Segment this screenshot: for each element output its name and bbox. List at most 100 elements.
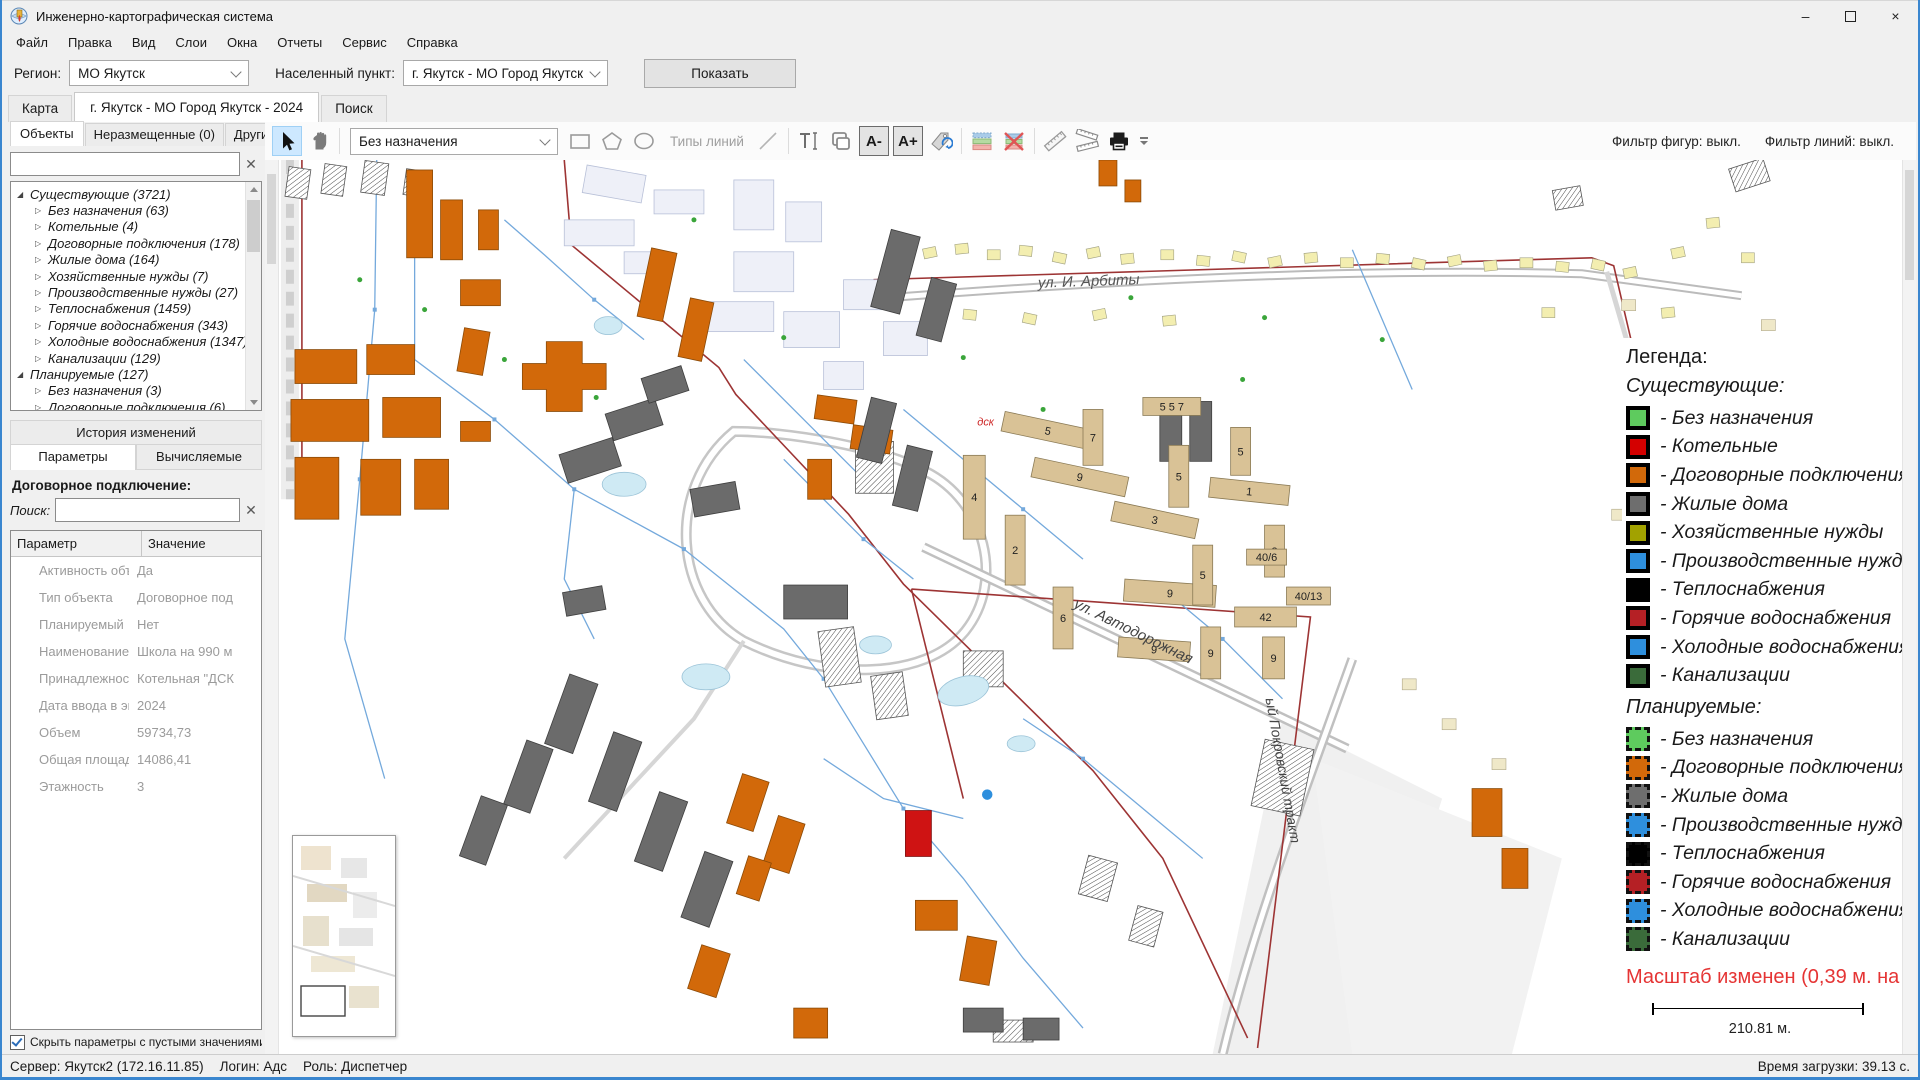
scroll-up-icon[interactable] <box>250 187 258 192</box>
settlement-dropdown[interactable]: г. Якутск - МО Город Якутск <box>403 60 608 86</box>
tree-item[interactable]: ◢ Существующие (3721) <box>13 186 261 202</box>
tree-item[interactable]: ▷ Без назначения (63) <box>13 202 261 218</box>
menu-item[interactable]: Окна <box>217 31 267 54</box>
objects-search-input[interactable] <box>10 152 240 176</box>
filter-shapes-status: Фильтр фигур: выкл. <box>1612 134 1741 149</box>
objects-tab[interactable]: Неразмещенные (0) <box>85 123 224 146</box>
main-tab[interactable]: г. Якутск - МО Город Якутск - 2024 <box>74 92 319 122</box>
show-layers-button[interactable] <box>967 126 997 156</box>
tree-expander-icon[interactable]: ▷ <box>35 386 48 395</box>
map-canvas[interactable]: 45932519542940/1399675 5 73540/6ул. И. А… <box>265 160 1902 1054</box>
tree-expander-icon[interactable]: ◢ <box>17 190 30 199</box>
measure-button[interactable] <box>1072 126 1102 156</box>
menu-item[interactable]: Отчеты <box>267 31 332 54</box>
print-button[interactable] <box>1104 126 1134 156</box>
table-row[interactable]: Дата ввода в эксплуат 2024 <box>11 692 261 719</box>
tree-expander-icon[interactable]: ▷ <box>35 288 48 297</box>
map-vertical-scrollbar-right[interactable] <box>1902 160 1916 1054</box>
objects-tab[interactable]: Объекты <box>10 121 84 146</box>
tree-expander-icon[interactable]: ▷ <box>35 321 48 330</box>
menu-item[interactable]: Справка <box>397 31 468 54</box>
tree-expander-icon[interactable]: ▷ <box>35 403 48 411</box>
main-tab[interactable]: Карта <box>8 95 72 122</box>
tree-item[interactable]: ▷ Хозяйственные нужды (7) <box>13 268 261 284</box>
tree-item[interactable]: ▷ Договорные подключения (6) <box>13 399 261 411</box>
table-row[interactable]: Наименование Школа на 990 м <box>11 638 261 665</box>
tree-expander-icon[interactable]: ▷ <box>35 354 48 363</box>
toolbar-overflow-button[interactable] <box>1137 126 1151 156</box>
clear-param-search-icon[interactable]: ✕ <box>240 502 262 519</box>
tree-item[interactable]: ▷ Канализации (129) <box>13 350 261 366</box>
tree-expander-icon[interactable]: ▷ <box>35 337 48 346</box>
draw-ellipse-button[interactable] <box>629 126 659 156</box>
show-button[interactable]: Показать <box>644 59 796 88</box>
font-increase-button[interactable]: A+ <box>893 126 923 156</box>
param-search-input[interactable] <box>55 498 240 522</box>
table-row[interactable]: Этажность 3 <box>11 773 261 800</box>
table-row[interactable]: Принадлежность к ко Котельная "ДСК <box>11 665 261 692</box>
draw-line-button[interactable] <box>753 126 783 156</box>
svg-text:40/13: 40/13 <box>1295 591 1322 603</box>
pan-tool-button[interactable] <box>304 126 334 156</box>
tree-expander-icon[interactable]: ▷ <box>35 239 48 248</box>
tree-expander-icon[interactable]: ▷ <box>35 304 48 313</box>
tree-expander-icon[interactable]: ◢ <box>17 370 30 379</box>
region-dropdown[interactable]: МО Якутск <box>69 60 249 86</box>
menu-item[interactable]: Слои <box>165 31 217 54</box>
copy-shapes-button[interactable] <box>826 126 856 156</box>
tree-item[interactable]: ▷ Производственные нужды (27) <box>13 284 261 300</box>
selected-point <box>981 789 993 801</box>
tree-item[interactable]: ▷ Теплоснабжения (1459) <box>13 301 261 317</box>
column-value[interactable]: Значение <box>142 531 261 556</box>
text-tool-button[interactable] <box>794 126 824 156</box>
history-tab[interactable]: История изменений <box>10 420 262 444</box>
hide-layers-button[interactable] <box>999 126 1029 156</box>
draw-rectangle-button[interactable] <box>565 126 595 156</box>
menu-item[interactable]: Сервис <box>332 31 397 54</box>
tree-expander-icon[interactable]: ▷ <box>35 272 48 281</box>
tree-expander-icon[interactable]: ▷ <box>35 222 48 231</box>
font-decrease-button[interactable]: A- <box>859 126 889 156</box>
clear-search-icon[interactable]: ✕ <box>240 156 262 173</box>
close-button[interactable]: × <box>1873 1 1918 31</box>
table-row[interactable]: Тип объекта Договорное под <box>11 584 261 611</box>
scroll-thumb[interactable] <box>247 200 260 252</box>
draw-polygon-button[interactable] <box>597 126 627 156</box>
menu-item[interactable]: Правка <box>58 31 122 54</box>
labeled-building: 9 <box>1263 637 1285 679</box>
maximize-button[interactable] <box>1828 1 1873 31</box>
select-tool-button[interactable] <box>272 126 302 156</box>
tree-expander-icon[interactable]: ▷ <box>35 206 48 215</box>
parameters-tab[interactable]: Параметры <box>10 444 136 470</box>
map-vertical-scrollbar-left[interactable] <box>265 160 279 1054</box>
minimize-button[interactable]: – <box>1783 1 1828 31</box>
menu-item[interactable]: Вид <box>122 31 166 54</box>
scroll-thumb[interactable] <box>267 174 276 264</box>
tree-item[interactable]: ▷ Без назначения (3) <box>13 383 261 399</box>
minimap-viewport[interactable] <box>301 986 345 1016</box>
table-row[interactable]: Объем 59734,73 <box>11 719 261 746</box>
parameters-tab[interactable]: Вычисляемые <box>136 444 262 470</box>
tree-item[interactable]: ▷ Котельные (4) <box>13 219 261 235</box>
table-row[interactable]: Активность объекта Да <box>11 557 261 584</box>
purpose-dropdown[interactable]: Без назначения <box>350 128 558 155</box>
hide-empty-checkbox[interactable] <box>10 1035 25 1050</box>
tree-item-label: Без назначения (3) <box>48 383 162 398</box>
tree-scrollbar[interactable] <box>245 182 261 410</box>
menu-item[interactable]: Файл <box>6 31 58 54</box>
column-parameter[interactable]: Параметр <box>11 531 142 556</box>
main-tab[interactable]: Поиск <box>321 95 386 122</box>
tree-item[interactable]: ▷ Горячие водоснабжения (343) <box>13 317 261 333</box>
overview-minimap[interactable] <box>292 835 396 1037</box>
table-row[interactable]: Планируемый Нет <box>11 611 261 638</box>
scroll-down-icon[interactable] <box>250 400 258 405</box>
tree-item[interactable]: ▷ Холодные водоснабжения (1347) <box>13 334 261 350</box>
tree-item[interactable]: ◢ Планируемые (127) <box>13 366 261 382</box>
tree-expander-icon[interactable]: ▷ <box>35 255 48 264</box>
refresh-labels-button[interactable] <box>926 126 956 156</box>
tree-item[interactable]: ▷ Жилые дома (164) <box>13 252 261 268</box>
table-row[interactable]: Общая площадь 14086,41 <box>11 746 261 773</box>
tree-item[interactable]: ▷ Договорные подключения (178) <box>13 235 261 251</box>
ruler-button[interactable] <box>1040 126 1070 156</box>
scroll-thumb[interactable] <box>1905 170 1914 280</box>
